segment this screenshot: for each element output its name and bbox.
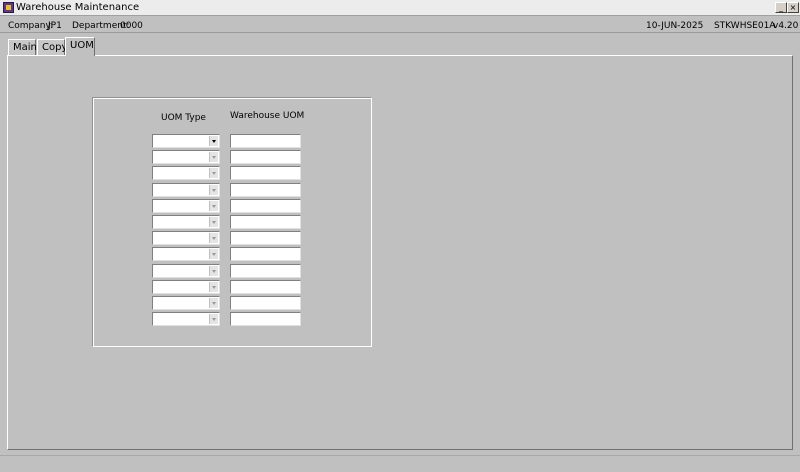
uom-type-header: UOM Type xyxy=(161,113,206,123)
chevron-down-icon[interactable] xyxy=(209,298,218,308)
chevron-down-icon[interactable] xyxy=(209,217,218,227)
warehouse-uom-field[interactable] xyxy=(230,183,301,197)
warehouse-uom-field[interactable] xyxy=(230,166,301,180)
app-icon xyxy=(3,2,14,13)
chevron-down-icon[interactable] xyxy=(209,266,218,276)
company-value: JP1 xyxy=(48,21,62,31)
warehouse-uom-field[interactable] xyxy=(230,150,301,164)
program-id: STKWHSE01A xyxy=(714,21,776,31)
uom-type-select[interactable] xyxy=(152,280,220,294)
warehouse-uom-field[interactable] xyxy=(230,296,301,310)
uom-type-select[interactable] xyxy=(152,231,220,245)
chevron-down-icon[interactable] xyxy=(209,152,218,162)
title-bar: Warehouse Maintenance _ × xyxy=(0,0,800,16)
chevron-down-icon[interactable] xyxy=(209,168,218,178)
warehouse-uom-field[interactable] xyxy=(230,312,301,326)
warehouse-uom-field[interactable] xyxy=(230,280,301,294)
warehouse-uom-field[interactable] xyxy=(230,231,301,245)
uom-type-select[interactable] xyxy=(152,264,220,278)
warehouse-uom-header: Warehouse UOM xyxy=(230,111,305,121)
uom-type-select[interactable] xyxy=(152,150,220,164)
warehouse-uom-field[interactable] xyxy=(230,134,301,148)
warehouse-uom-field[interactable] xyxy=(230,264,301,278)
minimize-button[interactable]: _ xyxy=(775,2,787,13)
company-label: Company: xyxy=(8,21,54,31)
tab-copy[interactable]: Copy xyxy=(37,39,67,56)
close-button[interactable]: × xyxy=(787,2,799,13)
uom-type-select[interactable] xyxy=(152,312,220,326)
department-value: 0000 xyxy=(120,21,143,31)
warehouse-uom-field[interactable] xyxy=(230,247,301,261)
warehouse-uom-field[interactable] xyxy=(230,199,301,213)
chevron-down-icon[interactable] xyxy=(209,185,218,195)
warehouse-uom-field[interactable] xyxy=(230,215,301,229)
uom-type-select[interactable] xyxy=(152,166,220,180)
chevron-down-icon[interactable] xyxy=(209,249,218,259)
uom-type-select[interactable] xyxy=(152,296,220,310)
program-version: v4.20 xyxy=(773,21,799,31)
chevron-down-icon[interactable] xyxy=(209,136,218,146)
uom-type-select[interactable] xyxy=(152,199,220,213)
tab-main[interactable]: Main xyxy=(8,39,37,56)
chevron-down-icon[interactable] xyxy=(209,233,218,243)
chevron-down-icon[interactable] xyxy=(209,201,218,211)
current-date: 10-JUN-2025 xyxy=(646,21,704,31)
uom-type-select[interactable] xyxy=(152,183,220,197)
tab-uom[interactable]: UOM xyxy=(65,37,95,56)
info-bar: Company: JP1 Department: 0000 10-JUN-202… xyxy=(0,17,800,33)
window-title: Warehouse Maintenance xyxy=(16,2,140,13)
uom-type-select[interactable] xyxy=(152,247,220,261)
chevron-down-icon[interactable] xyxy=(209,314,218,324)
chevron-down-icon[interactable] xyxy=(209,282,218,292)
uom-type-select[interactable] xyxy=(152,215,220,229)
uom-type-select[interactable] xyxy=(152,134,220,148)
status-bar xyxy=(0,455,800,472)
